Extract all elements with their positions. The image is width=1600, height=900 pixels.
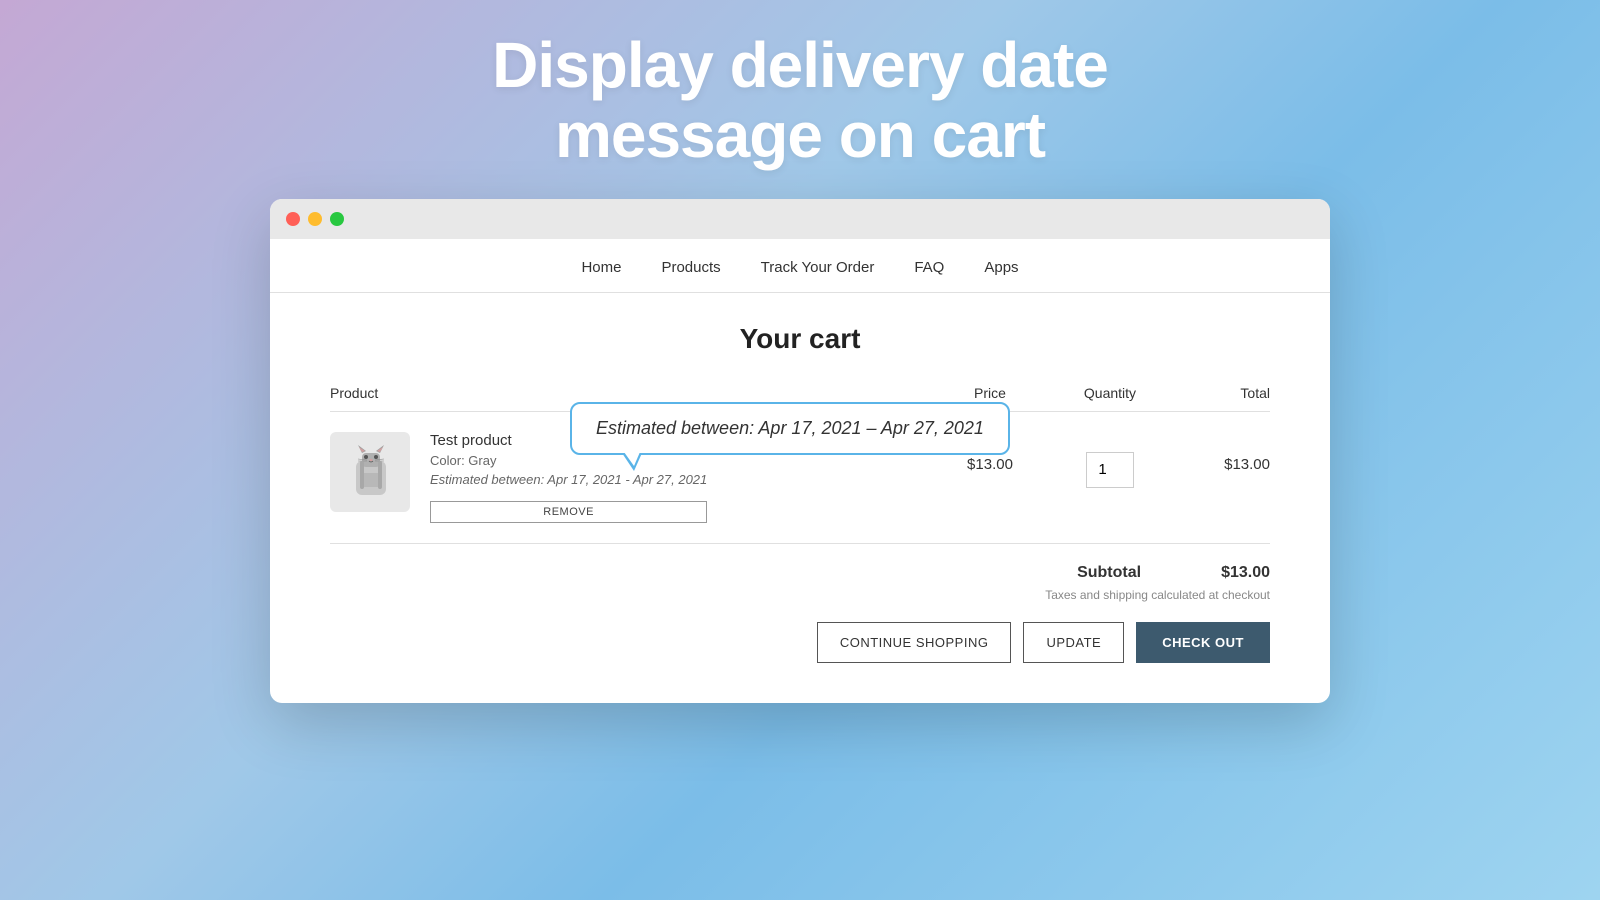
subtotal-amount: $13.00 bbox=[1221, 564, 1270, 582]
col-header-total: Total bbox=[1170, 385, 1270, 401]
tax-note: Taxes and shipping calculated at checkou… bbox=[1045, 588, 1270, 602]
cart-content: Your cart Product Price Quantity Total E… bbox=[270, 293, 1330, 703]
quantity-input[interactable] bbox=[1086, 452, 1134, 488]
browser-window: Home Products Track Your Order FAQ Apps … bbox=[270, 199, 1330, 703]
delivery-estimate: Estimated between: Apr 17, 2021 - Apr 27… bbox=[430, 472, 707, 487]
subtotal-row: Subtotal $13.00 bbox=[1077, 564, 1270, 582]
quantity-cell bbox=[1050, 432, 1170, 488]
window-minimize-dot[interactable] bbox=[308, 212, 322, 226]
subtotal-label: Subtotal bbox=[1077, 564, 1141, 582]
cart-summary: Subtotal $13.00 Taxes and shipping calcu… bbox=[330, 544, 1270, 602]
window-close-dot[interactable] bbox=[286, 212, 300, 226]
continue-shopping-button[interactable]: CONTINUE SHOPPING bbox=[817, 622, 1012, 663]
product-thumbnail bbox=[338, 439, 403, 504]
nav-products[interactable]: Products bbox=[661, 259, 720, 276]
col-header-quantity: Quantity bbox=[1050, 385, 1170, 401]
browser-bar bbox=[270, 199, 1330, 239]
cart-title: Your cart bbox=[330, 323, 1270, 355]
nav-home[interactable]: Home bbox=[581, 259, 621, 276]
remove-button[interactable]: REMOVE bbox=[430, 501, 707, 523]
nav-apps[interactable]: Apps bbox=[984, 259, 1018, 276]
cart-actions: CONTINUE SHOPPING UPDATE CHECK OUT bbox=[330, 622, 1270, 663]
nav-faq[interactable]: FAQ bbox=[914, 259, 944, 276]
window-maximize-dot[interactable] bbox=[330, 212, 344, 226]
product-image bbox=[330, 432, 410, 512]
update-button[interactable]: UPDATE bbox=[1023, 622, 1124, 663]
checkout-button[interactable]: CHECK OUT bbox=[1136, 622, 1270, 663]
table-row: Estimated between: Apr 17, 2021 – Apr 27… bbox=[330, 412, 1270, 544]
col-header-price: Price bbox=[930, 385, 1050, 401]
store-nav: Home Products Track Your Order FAQ Apps bbox=[270, 239, 1330, 293]
hero-title: Display delivery date message on cart bbox=[492, 30, 1108, 171]
product-variant: Color: Gray bbox=[430, 453, 707, 468]
nav-track-order[interactable]: Track Your Order bbox=[761, 259, 875, 276]
delivery-tooltip: Estimated between: Apr 17, 2021 – Apr 27… bbox=[570, 402, 1010, 455]
product-total: $13.00 bbox=[1170, 432, 1270, 473]
col-header-product: Product bbox=[330, 385, 930, 401]
